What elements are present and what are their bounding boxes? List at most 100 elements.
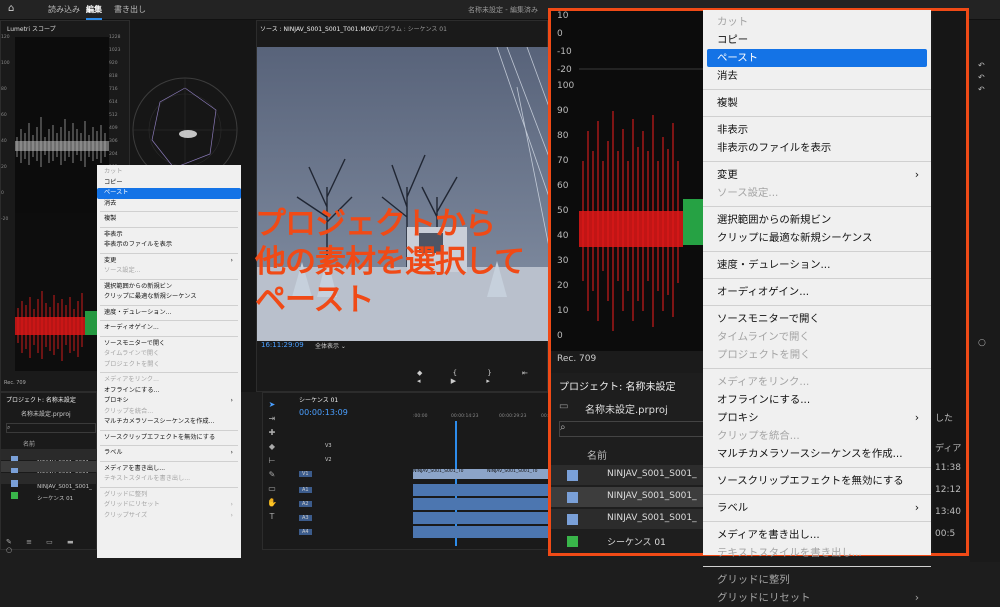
menu-item-label: オフラインにする...: [104, 386, 160, 394]
menu-separator: [703, 494, 931, 495]
context-menu: カット コピー ペースト 消去 複製 非表示 非表示のファイルを表示 変更 › ソース設定... 選…: [97, 165, 241, 558]
fit-dropdown[interactable]: 全体表示 ⌄: [315, 341, 346, 350]
menu-item[interactable]: マルチカメラソースシーケンスを作成...: [707, 445, 927, 463]
project-title[interactable]: プロジェクト: 名称未設定: [6, 395, 76, 404]
menu-item[interactable]: コピー: [97, 178, 241, 189]
menu-item[interactable]: 非表示: [97, 230, 241, 241]
timeline-timecode[interactable]: 00:00:13:09: [299, 408, 348, 417]
pen-tool-icon[interactable]: ✎: [265, 468, 279, 482]
hand-tool-icon[interactable]: ✋: [265, 496, 279, 510]
tab-import[interactable]: 読み込み: [48, 4, 80, 15]
rect-tool-icon[interactable]: ▭: [265, 482, 279, 496]
menu-item[interactable]: 速度・デュレーション...: [97, 308, 241, 319]
chevron-right-icon: ›: [230, 501, 233, 508]
menu-item[interactable]: 変更 ›: [707, 166, 927, 184]
type-tool-icon[interactable]: T: [265, 510, 279, 524]
menu-item[interactable]: メディアを書き出し...: [707, 526, 927, 544]
menu-item[interactable]: ソースモニターで開く: [707, 310, 927, 328]
chevron-right-icon: ›: [914, 502, 919, 514]
menu-item: カット: [707, 13, 927, 31]
menu-item[interactable]: 選択範囲からの新規ビン: [97, 282, 241, 293]
menu-item[interactable]: ラベル ›: [707, 499, 927, 517]
list-item[interactable]: NINJAV_S001_S001_: [551, 465, 711, 485]
slip-tool-icon[interactable]: ⊢: [265, 454, 279, 468]
transport-controls[interactable]: ◆ { } ⇤ ◂ ▶ ▸: [417, 369, 547, 385]
menu-item[interactable]: プロキシ ›: [707, 409, 927, 427]
menu-item[interactable]: オーディオゲイン...: [707, 283, 927, 301]
project-footer-controls[interactable]: ✎ ≡ ▭ ▬ ○: [6, 538, 96, 554]
menu-item-label: 変更: [104, 256, 117, 264]
menu-item[interactable]: ペースト: [97, 188, 241, 199]
list-item[interactable]: NINJAV_S001_S001_: [1, 449, 98, 466]
track-select-tool-icon[interactable]: ⇥: [265, 412, 279, 426]
ripple-tool-icon[interactable]: ✚: [265, 426, 279, 440]
menu-separator: [100, 445, 238, 446]
home-icon[interactable]: ⌂: [8, 3, 14, 14]
zoom-knob-icon[interactable]: ○: [978, 338, 986, 348]
audio-clip[interactable]: [413, 498, 553, 510]
menu-item[interactable]: ソースモニターで開く: [97, 339, 241, 350]
zoom-column-name[interactable]: 名前: [587, 447, 607, 462]
list-item[interactable]: シーケンス 01: [551, 531, 711, 551]
menu-separator: [703, 89, 931, 90]
audio-clip[interactable]: [413, 484, 553, 496]
tab-sequence[interactable]: シーケンス 01: [299, 395, 338, 404]
list-item[interactable]: NINJAV_S001_S001_: [1, 461, 98, 478]
menu-item: グリッドにリセット ›: [97, 500, 241, 511]
menu-item[interactable]: オフラインにする...: [707, 391, 927, 409]
menu-item[interactable]: 選択範囲からの新規ビン: [707, 211, 927, 229]
menu-item[interactable]: ソースクリップエフェクトを無効にする: [97, 433, 241, 444]
tab-export[interactable]: 書き出し: [114, 4, 146, 15]
zoom-project-title[interactable]: プロジェクト: 名称未設定: [559, 378, 676, 393]
menu-item[interactable]: オーディオゲイン...: [97, 323, 241, 334]
menu-item-label: タイムラインで開く: [104, 350, 160, 357]
tab-source[interactable]: ソース : NINJAV_S001_S001_T001.MOV: [260, 24, 374, 33]
menu-item[interactable]: 消去: [97, 199, 241, 210]
menu-item[interactable]: コピー: [707, 31, 927, 49]
menu-separator: [703, 368, 931, 369]
menu-item[interactable]: クリップに最適な新規シーケンス: [97, 292, 241, 303]
video-clip[interactable]: NINJAV_S001_S001_T0: [413, 469, 487, 479]
menu-item[interactable]: 非表示のファイルを表示: [97, 240, 241, 251]
zoom-search-icon[interactable]: ⌕: [559, 421, 709, 437]
menu-item[interactable]: 複製: [707, 94, 927, 112]
list-item[interactable]: NINJAV_S001_S001_: [1, 473, 98, 490]
tab-program[interactable]: プログラム : シーケンス 01: [372, 24, 447, 33]
menu-item[interactable]: 非表示のファイルを表示: [707, 139, 927, 157]
tab-edit[interactable]: 編集: [86, 4, 102, 20]
menu-item-label: タイムラインで開く: [717, 331, 810, 343]
menu-item-label: ソースクリップエフェクトを無効にする: [104, 433, 216, 441]
menu-separator: [703, 251, 931, 252]
razor-tool-icon[interactable]: ◆: [265, 440, 279, 454]
column-name[interactable]: 名前: [23, 439, 35, 448]
menu-item[interactable]: オフラインにする...: [97, 386, 241, 397]
audio-clip[interactable]: [413, 526, 553, 538]
source-timecode[interactable]: 16:11:29:09: [261, 341, 304, 349]
list-item[interactable]: シーケンス 01: [1, 485, 98, 502]
history-icons[interactable]: ↶ ↶ ↶: [978, 60, 985, 96]
menu-item[interactable]: 変更 ›: [97, 256, 241, 267]
menu-item[interactable]: ソースクリップエフェクトを無効にする: [707, 472, 927, 490]
video-clip[interactable]: NINJAV_S001_S001_T0: [487, 469, 553, 479]
list-item[interactable]: NINJAV_S001_S001_: [551, 487, 711, 507]
list-item[interactable]: NINJAV_S001_S001_: [551, 509, 711, 529]
menu-item[interactable]: ラベル ›: [97, 448, 241, 459]
menu-item[interactable]: 速度・デュレーション...: [707, 256, 927, 274]
selection-tool-icon[interactable]: ➤: [265, 398, 279, 412]
menu-item-label: テキストスタイルを書き出し...: [717, 547, 862, 559]
menu-item[interactable]: ペースト: [707, 49, 927, 67]
menu-item[interactable]: 非表示: [707, 121, 927, 139]
menu-item[interactable]: プロキシ ›: [97, 396, 241, 407]
menu-item[interactable]: マルチカメラソースシーケンスを作成...: [97, 417, 241, 428]
menu-item: プロジェクトを開く: [97, 360, 241, 371]
menu-item[interactable]: メディアを書き出し...: [97, 464, 241, 475]
audio-clip[interactable]: [413, 512, 553, 524]
menu-item-label: プロキシ: [717, 412, 759, 424]
project-search-input[interactable]: ⌕: [6, 423, 96, 433]
menu-item-label: コピー: [717, 34, 749, 46]
menu-item[interactable]: クリップに最適な新規シーケンス: [707, 229, 927, 247]
menu-item[interactable]: 複製: [97, 214, 241, 225]
menu-item[interactable]: 消去: [707, 67, 927, 85]
tools-panel[interactable]: ➤ ⇥ ✚ ◆ ⊢ ✎ ▭ ✋ T: [265, 398, 279, 528]
menu-item-label: クリップに最適な新規シーケンス: [717, 232, 873, 244]
